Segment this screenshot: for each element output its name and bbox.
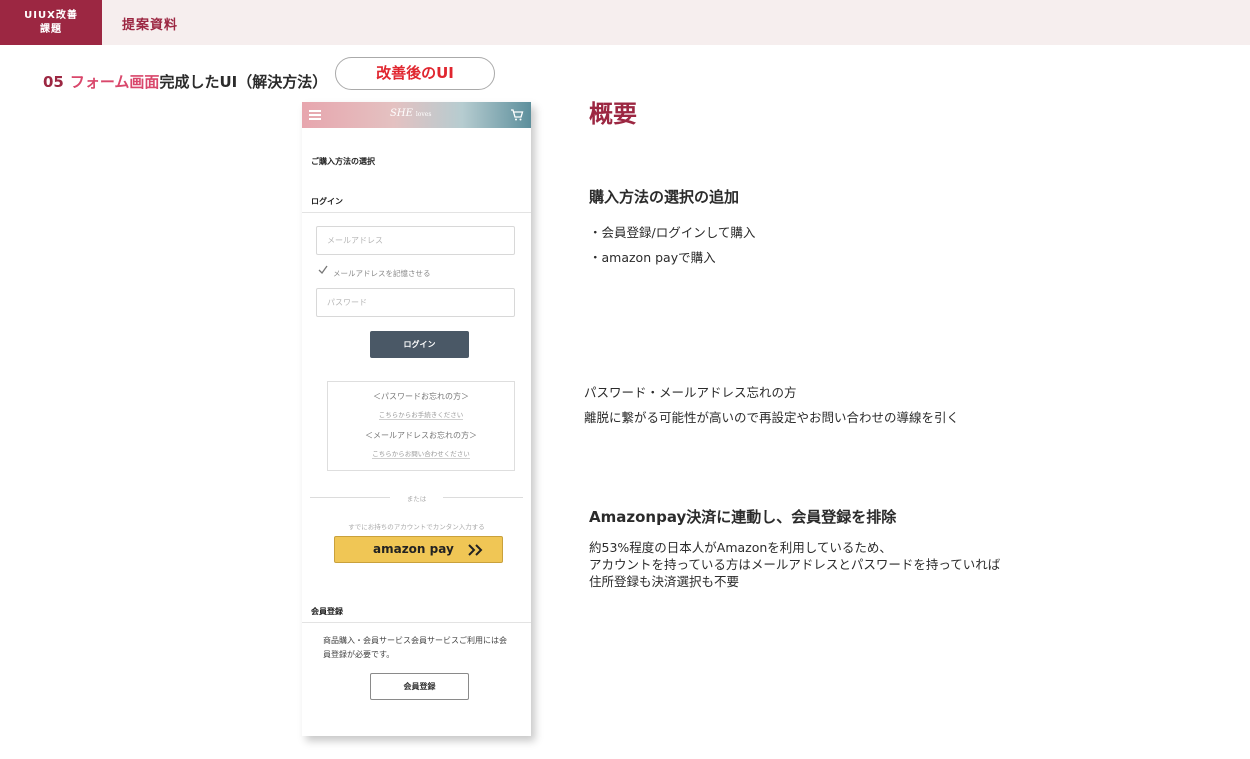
logo-text: SHE [390, 108, 413, 119]
purchase-method-heading: 購入方法の選択の追加 [589, 188, 740, 206]
member-register-button[interactable]: 会員登録 [370, 673, 469, 700]
hamburger-menu-icon[interactable] [309, 110, 321, 120]
section-number: 05 [43, 73, 64, 91]
remember-email-label[interactable]: メールアドレスを記憶させる [333, 268, 431, 279]
section-title: 05 フォーム画面完成したUI（解決方法） [43, 71, 327, 92]
bullet-member-login: ・会員登録/ログインして購入 [589, 225, 756, 240]
after-improvement-label: 改善後のUI [335, 57, 495, 90]
double-chevron-right-icon [468, 544, 483, 556]
or-text: または [406, 495, 427, 503]
forgot-description: 離脱に繋がる可能性が高いので再設定やお問い合わせの導線を引く [584, 410, 960, 425]
purchase-method-title: ご購入方法の選択 [311, 157, 375, 166]
divider [302, 212, 531, 213]
category-badge: UIUX改善 課題 [0, 0, 102, 45]
login-button[interactable]: ログイン [370, 331, 469, 358]
member-description: 商品購入・会員サービス会員サービスご利用には会員登録が必要です。 [323, 636, 507, 659]
top-header-bar: UIUX改善 課題 提案資料 [0, 0, 1250, 45]
forgot-email-link-text[interactable]: こちらからお問い合わせください [372, 450, 470, 459]
divider [302, 622, 531, 623]
forgot-password-link[interactable]: こちらからお手続きください [328, 409, 514, 420]
forgot-password-link-text[interactable]: こちらからお手続きください [378, 411, 464, 420]
phone-mockup: SHE loves ご購入方法の選択 ログイン メールアドレス メールアドレスを記… [302, 102, 531, 736]
amazon-pay-button[interactable]: amazon pay [334, 536, 503, 563]
section-title-highlight: フォーム画面 [69, 73, 160, 91]
member-heading: 会員登録 [311, 607, 343, 616]
checkmark-icon[interactable] [318, 265, 328, 275]
amazonpay-heading: Amazonpay決済に連動し、会員登録を排除 [589, 508, 897, 526]
forgot-email-link[interactable]: こちらからお問い合わせください [328, 448, 514, 459]
logo-sub: loves [415, 111, 432, 118]
email-input[interactable]: メールアドレス [316, 226, 515, 255]
overview-title: 概要 [589, 100, 637, 128]
section-title-rest: 完成したUI（解決方法） [159, 73, 328, 91]
login-heading: ログイン [311, 197, 343, 206]
forgot-email-heading: ＜メールアドレスお忘れの方＞ [365, 431, 477, 440]
brand-logo[interactable]: SHE loves [390, 108, 431, 119]
account-hint: すでにお持ちのアカウントでカンタン入力する [348, 523, 485, 531]
amazon-pay-label: amazon pay [373, 542, 454, 556]
header-title: 提案資料 [122, 18, 179, 33]
forgot-title: パスワード・メールアドレス忘れの方 [584, 385, 797, 400]
forgot-credentials-box: ＜パスワードお忘れの方＞ こちらからお手続きください ＜メールアドレスお忘れの方… [327, 381, 515, 471]
bullet-amazon-pay: ・amazon payで購入 [589, 250, 716, 265]
badge-line2: 課題 [40, 24, 62, 35]
phone-header: SHE loves [302, 102, 531, 128]
forgot-password-heading: ＜パスワードお忘れの方＞ [373, 392, 469, 401]
cart-icon[interactable] [510, 108, 524, 122]
password-input[interactable]: パスワード [316, 288, 515, 317]
amazonpay-line3: 住所登録も決済選択も不要 [589, 574, 740, 589]
badge-line1: UIUX改善 [24, 10, 78, 21]
